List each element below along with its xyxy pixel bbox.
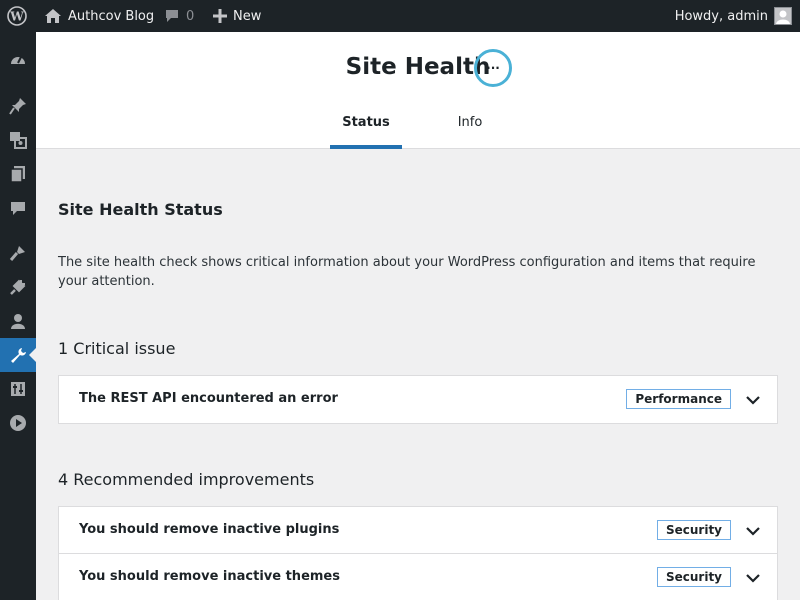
tools-icon[interactable] xyxy=(0,338,36,372)
list-item[interactable]: The REST API encountered an error Perfor… xyxy=(59,376,777,423)
wordpress-logo-icon[interactable]: W xyxy=(7,0,29,32)
issue-badge: Security xyxy=(656,520,731,540)
site-health-tabs: Status Info xyxy=(36,104,800,149)
critical-issues-list: The REST API encountered an error Perfor… xyxy=(58,375,778,424)
comment-icon xyxy=(164,8,180,24)
svg-text:W: W xyxy=(9,10,24,24)
site-name-link[interactable]: Authcov Blog xyxy=(44,0,154,32)
appearance-icon[interactable] xyxy=(0,236,36,270)
media-icon[interactable] xyxy=(0,123,36,157)
issue-label: You should remove inactive themes xyxy=(79,569,340,584)
status-description: The site health check shows critical inf… xyxy=(58,255,756,289)
chevron-down-icon[interactable] xyxy=(745,392,761,406)
page-title: Site Health xyxy=(345,54,491,80)
list-item[interactable]: You should remove inactive themes Securi… xyxy=(59,554,777,600)
howdy-label: Howdy, admin xyxy=(674,8,768,24)
admin-menu xyxy=(0,32,36,600)
tab-status[interactable]: Status xyxy=(330,104,402,149)
admin-bar: W Authcov Blog 0 New Howdy, admin xyxy=(0,0,800,32)
users-icon[interactable] xyxy=(0,304,36,338)
issue-badge: Security xyxy=(656,567,731,587)
health-score-indicator: ··· xyxy=(474,49,512,87)
critical-issues-title: 1 Critical issue xyxy=(58,339,176,358)
recommended-issues-list: You should remove inactive plugins Secur… xyxy=(58,506,778,600)
posts-icon[interactable] xyxy=(0,89,36,123)
comments-link[interactable]: 0 xyxy=(164,0,194,32)
dashboard-icon[interactable] xyxy=(0,43,36,77)
site-health-header: Site Health ··· Status Info xyxy=(36,32,800,149)
recommended-improvements-title: 4 Recommended improvements xyxy=(58,470,315,489)
site-name-label: Authcov Blog xyxy=(68,8,155,24)
plugins-icon[interactable] xyxy=(0,270,36,304)
section-title: Site Health Status xyxy=(58,200,223,219)
list-item[interactable]: You should remove inactive plugins Secur… xyxy=(59,507,777,554)
comments-icon[interactable] xyxy=(0,191,36,225)
issue-label: You should remove inactive plugins xyxy=(79,522,340,537)
plus-icon xyxy=(213,9,227,23)
media-player-icon[interactable] xyxy=(0,406,36,440)
chevron-down-icon[interactable] xyxy=(745,570,761,584)
tab-info[interactable]: Info xyxy=(446,104,494,149)
account-menu[interactable]: Howdy, admin xyxy=(675,0,792,32)
chevron-down-icon[interactable] xyxy=(745,523,761,537)
home-icon xyxy=(44,8,62,24)
new-content-link[interactable]: New xyxy=(213,0,261,32)
pages-icon[interactable] xyxy=(0,157,36,191)
issue-badge: Performance xyxy=(626,389,731,409)
comment-count: 0 xyxy=(186,8,195,24)
settings-icon[interactable] xyxy=(0,372,36,406)
new-label: New xyxy=(233,8,262,24)
avatar xyxy=(774,7,792,25)
issue-label: The REST API encountered an error xyxy=(79,391,338,406)
